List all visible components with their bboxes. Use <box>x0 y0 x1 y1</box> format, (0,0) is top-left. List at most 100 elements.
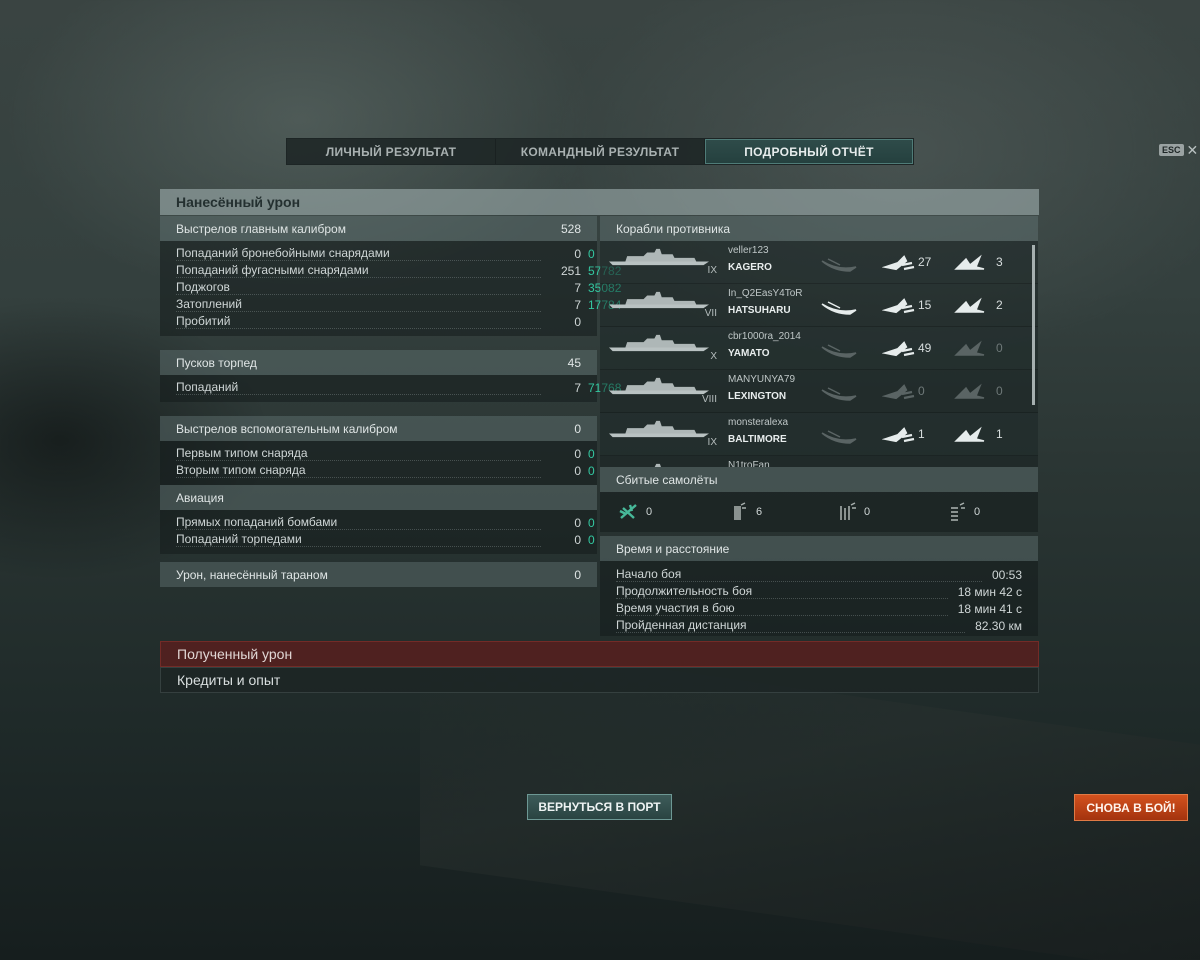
torpedo-hit-icon <box>954 254 985 270</box>
stat-row: Попаданий торпедами 0 0 <box>160 531 597 548</box>
esc-key-badge: ESC <box>1159 144 1184 156</box>
main-battery-hits: 15 <box>918 298 932 312</box>
tab-personal-result[interactable]: ЛИЧНЫЙ РЕЗУЛЬТАТ <box>287 139 496 164</box>
stat-count: 7 <box>574 297 581 312</box>
ramming-header: Урон, нанесённый тараном 0 <box>160 562 597 587</box>
main-battery-hits: 27 <box>918 255 932 269</box>
time-row-label: Продолжительность боя <box>616 584 948 599</box>
enemy-ship-row[interactable]: IX veller123 KAGERO 27 3 <box>600 241 1038 284</box>
aviation-label: Авиация <box>176 490 224 505</box>
torpedo-hits: 3 <box>996 255 1003 269</box>
time-row-label: Пройденная дистанция <box>616 618 966 633</box>
main-battery-hit-icon <box>882 298 915 314</box>
ships-scrollbar[interactable] <box>1032 245 1035 405</box>
stat-label: Первым типом снаряда <box>176 446 541 461</box>
main-battery-hits: 49 <box>918 341 932 355</box>
enemy-ships-panel: Корабли противника IX veller123 KAGERO 27 3 V… <box>600 216 1038 636</box>
stat-count: 7 <box>574 380 581 395</box>
ship-name: KAGERO <box>728 262 772 273</box>
player-name: MANYUNYA79 <box>728 374 796 385</box>
ship-destroyed-icon <box>821 301 857 315</box>
torpedoes-count: 45 <box>567 355 581 370</box>
plane-count: 0 <box>864 506 871 518</box>
secondary-count: 0 <box>574 421 581 436</box>
stat-row: Попаданий 71768 7 <box>160 379 621 396</box>
ship-destroyed-icon <box>821 387 857 401</box>
torpedoes-label: Пусков торпед <box>176 355 257 370</box>
main-battery-hit-icon <box>882 384 915 400</box>
stat-label: Вторым типом снаряда <box>176 463 541 478</box>
battle-again-button[interactable]: СНОВА В БОЙ! <box>1074 794 1188 821</box>
tab-detailed-report[interactable]: ПОДРОБНЫЙ ОТЧЁТ <box>705 139 913 164</box>
enemy-ships-header: Корабли противника <box>600 216 1038 241</box>
stat-label: Поджогов <box>176 280 541 295</box>
received-damage-section[interactable]: Полученный урон <box>160 641 1039 667</box>
main-battery-hits: 0 <box>918 384 925 398</box>
torpedo-hit-icon <box>954 383 985 399</box>
stat-label: Попаданий бронебойными снарядами <box>176 246 541 261</box>
stat-count: 0 <box>574 463 581 478</box>
secondary-rows: Первым типом снаряда 0 0 Вторым типом снар… <box>160 441 597 485</box>
close-icon: ✕ <box>1186 142 1199 158</box>
planes-header: Сбитые самолёты <box>600 467 1038 492</box>
scout-plane-icon <box>951 502 965 521</box>
time-label: Время и расстояние <box>616 541 730 556</box>
player-name: In_Q2EasY4ToR <box>728 288 803 299</box>
secondary-header: Выстрелов вспомогательным калибром 0 <box>160 416 597 441</box>
time-row-label: Начало боя <box>616 567 982 582</box>
ship-silhouette-icon <box>609 334 709 352</box>
aviation-header: Авиация <box>160 485 597 510</box>
stat-row: Затоплений 17784 7 <box>160 296 621 313</box>
plane-stat: 0 <box>618 502 652 522</box>
time-header: Время и расстояние <box>600 536 1038 561</box>
stat-label: Затоплений <box>176 297 541 312</box>
return-to-port-button[interactable]: ВЕРНУТЬСЯ В ПОРТ <box>527 794 672 820</box>
torpedo-hits: 2 <box>996 298 1003 312</box>
stat-row: Вторым типом снаряда 0 0 <box>160 462 597 479</box>
stat-count: 251 <box>560 263 581 278</box>
dealt-damage-header[interactable]: Нанесённый урон <box>160 189 1039 215</box>
enemy-ship-row[interactable]: VIII MANYUNYA79 LEXINGTON 0 0 <box>600 370 1038 413</box>
torpedo-hits: 1 <box>996 427 1003 441</box>
plane-count: 0 <box>974 506 981 518</box>
time-row-label: Время участия в бою <box>616 601 948 616</box>
time-row-value: 18 мин 42 с <box>957 584 1022 599</box>
enemy-ships-label: Корабли противника <box>616 221 731 236</box>
ship-destroyed-icon <box>821 430 857 444</box>
enemy-ship-row[interactable]: N1troFan <box>600 456 1038 467</box>
stat-row: Поджогов 35082 7 <box>160 279 621 296</box>
enemy-ships-list[interactable]: IX veller123 KAGERO 27 3 VII In_Q2EasY4ToR HATS… <box>600 241 1038 467</box>
plane-stat: 0 <box>946 502 980 522</box>
enemy-ship-row[interactable]: Xcbr1000ra_2014 YAMATO 49 0 <box>600 327 1038 370</box>
time-rows: Начало боя 00:53 Продолжительность боя 18 … <box>600 561 1038 636</box>
enemy-ship-row[interactable]: IX monsteralexa BALTIMORE 1 1 <box>600 413 1038 456</box>
stat-row: Попаданий бронебойными снарядами 0 0 <box>160 245 597 262</box>
stat-label: Попаданий <box>176 380 541 395</box>
time-row-value: 18 мин 41 с <box>957 601 1022 616</box>
time-row: Продолжительность боя 18 мин 42 с <box>600 583 1038 600</box>
report-tabs: ЛИЧНЫЙ РЕЗУЛЬТАТ КОМАНДНЫЙ РЕЗУЛЬТАТ ПОД… <box>286 138 914 165</box>
credits-xp-section[interactable]: Кредиты и опыт <box>160 667 1039 693</box>
close-button[interactable]: ESC ✕ <box>1159 142 1199 158</box>
torpedo-hit-icon <box>954 340 985 356</box>
enemy-ship-row[interactable]: VII In_Q2EasY4ToR HATSUHARU 15 2 <box>600 284 1038 327</box>
ship-name: BALTIMORE <box>728 434 787 445</box>
ship-destroyed-icon <box>821 344 857 358</box>
stat-count: 0 <box>574 532 581 547</box>
main-battery-hit-icon <box>882 427 915 443</box>
time-row: Пройденная дистанция 82.30 км <box>600 617 1038 634</box>
plane-stat: 6 <box>728 502 762 522</box>
main-battery-rows: Попаданий бронебойными снарядами 0 0 Попад… <box>160 241 621 336</box>
torpedo-bomber-icon <box>840 502 856 520</box>
torpedo-hits: 0 <box>996 341 1003 355</box>
tab-team-result[interactable]: КОМАНДНЫЙ РЕЗУЛЬТАТ <box>496 139 705 164</box>
stat-count: 0 <box>574 515 581 530</box>
torpedo-hit-icon <box>954 426 985 442</box>
dealt-damage-stats: Выстрелов главным калибром 528 Попаданий… <box>160 216 621 587</box>
ship-tier: IX <box>707 265 717 276</box>
ramming-count: 0 <box>574 567 581 582</box>
stat-row: Первым типом снаряда 0 0 <box>160 445 597 462</box>
plane-count: 6 <box>756 506 763 518</box>
main-battery-header: Выстрелов главным калибром 528 <box>160 216 597 241</box>
torpedo-hits: 0 <box>996 384 1003 398</box>
